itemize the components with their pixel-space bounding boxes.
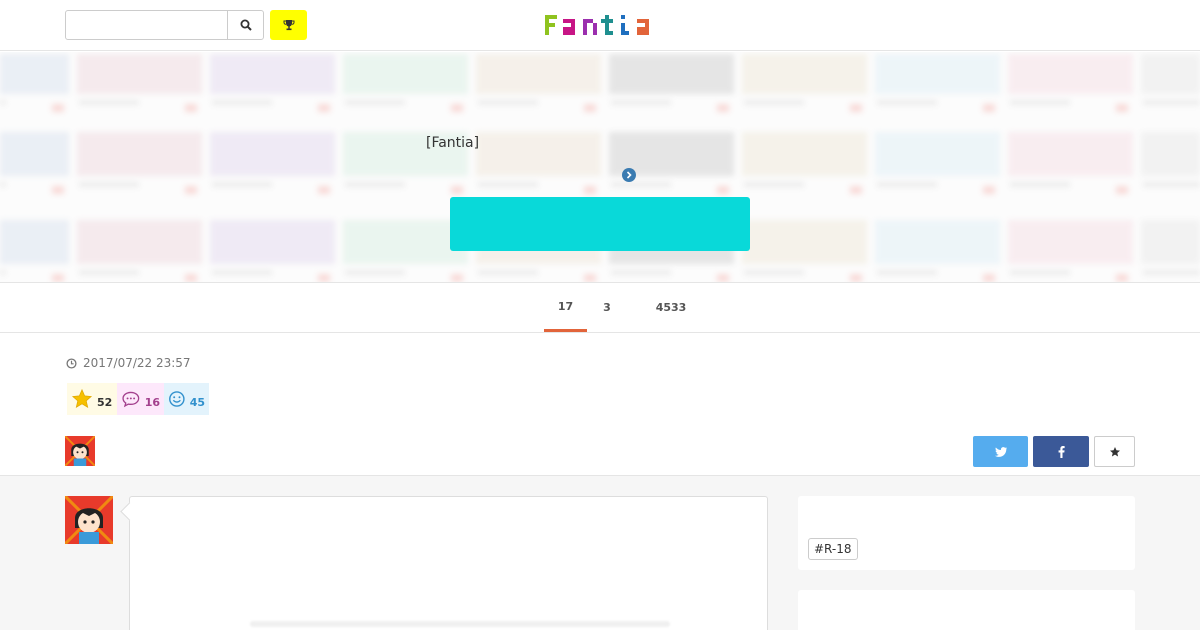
reaction-comment[interactable]: 16 (117, 383, 164, 415)
hero-label: [Fantia] (426, 135, 480, 151)
post-date-text: 2017/07/22 23:57 (83, 356, 191, 370)
share-twitter-button[interactable] (973, 436, 1028, 467)
reaction-smile[interactable]: 45 (164, 383, 209, 415)
tab-count: 3 (603, 301, 611, 314)
trophy-icon (283, 20, 294, 31)
tab-third[interactable]: 4533 (645, 283, 697, 332)
post-body-card (129, 496, 768, 630)
twitter-icon (994, 446, 1007, 457)
site-header (0, 0, 1200, 51)
author-avatar[interactable] (64, 435, 96, 467)
fantia-logo[interactable] (545, 13, 657, 37)
search-input[interactable] (65, 10, 228, 40)
reaction-bar: 52 16 45 (67, 383, 209, 415)
chevron-right-circle-icon[interactable] (622, 168, 636, 182)
search-icon (240, 19, 252, 31)
clock-icon (66, 357, 77, 369)
hero-cta-button[interactable] (450, 197, 750, 251)
star-count: 52 (97, 395, 113, 409)
hero-banner: [Fantia] (0, 52, 1200, 282)
sidebar-tags-box: #R-18 (798, 496, 1135, 570)
facebook-icon (1058, 445, 1065, 458)
tag-chip[interactable]: #R-18 (808, 538, 858, 560)
favorite-button[interactable] (1094, 436, 1135, 467)
smile-count: 45 (189, 395, 205, 409)
post-body-placeholder (250, 621, 670, 627)
search-button[interactable] (227, 10, 264, 40)
comment-icon (122, 391, 140, 408)
avatar-image (64, 435, 96, 467)
post-date: 2017/07/22 23:57 (66, 356, 191, 370)
star-outline-icon (1109, 446, 1120, 456)
sidebar-box (798, 590, 1135, 630)
logo-wordmark (545, 15, 649, 35)
reaction-star[interactable]: 52 (67, 383, 117, 415)
ranking-button[interactable] (270, 10, 307, 40)
tab-first[interactable]: 17 (544, 283, 587, 332)
comment-count: 16 (144, 395, 160, 409)
smile-icon (169, 391, 185, 407)
star-icon (71, 388, 93, 409)
tab-second[interactable]: 3 (592, 283, 622, 332)
avatar-image (63, 494, 115, 546)
post-tabs: 17 3 4533 (0, 282, 1200, 333)
tab-count: 4533 (655, 301, 687, 314)
share-facebook-button[interactable] (1033, 436, 1089, 467)
author-avatar-large[interactable] (63, 494, 115, 546)
tab-count: 17 (557, 299, 574, 313)
